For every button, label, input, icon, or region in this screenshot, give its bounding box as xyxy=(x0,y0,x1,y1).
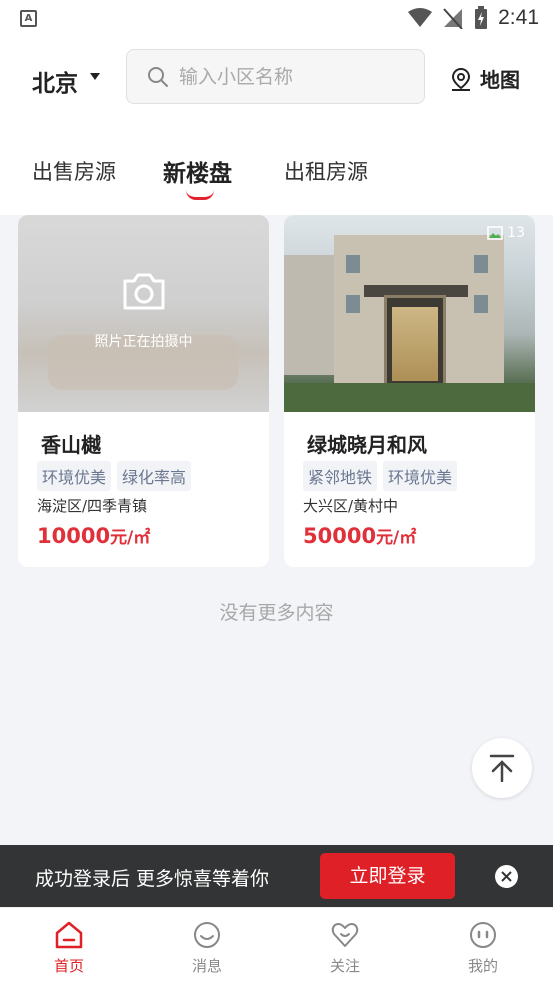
status-bar: A 2:41 xyxy=(0,0,553,38)
listing-location: 大兴区/黄村中 xyxy=(303,497,399,515)
listing-location: 海淀区/四季青镇 xyxy=(37,497,148,515)
nav-label: 首页 xyxy=(53,957,84,975)
status-time: 2:41 xyxy=(498,6,539,29)
nav-favorites[interactable]: 关注 xyxy=(305,920,385,976)
search-icon xyxy=(148,66,168,87)
map-button[interactable]: 地图 xyxy=(450,64,520,93)
tab-for-rent[interactable]: 出租房源 xyxy=(284,156,368,186)
photo-window xyxy=(474,255,488,273)
map-label: 地图 xyxy=(480,68,520,92)
listing-price: 50000元/㎡ xyxy=(303,523,416,548)
heart-icon xyxy=(331,923,359,947)
nav-label: 关注 xyxy=(329,957,360,975)
price-value: 50000 xyxy=(303,524,377,548)
listing-photo-placeholder: 照片正在拍摄中 xyxy=(18,215,269,412)
message-icon xyxy=(194,922,220,948)
nav-label: 我的 xyxy=(467,957,498,975)
tab-for-sale[interactable]: 出售房源 xyxy=(32,156,116,186)
photo-lawn xyxy=(284,383,535,412)
photo-pending-caption: 照片正在拍摄中 xyxy=(94,334,193,350)
home-icon xyxy=(55,921,83,949)
nav-messages[interactable]: 消息 xyxy=(167,920,247,976)
price-unit: 元/㎡ xyxy=(376,528,417,548)
listing-tags: 环境优美 绿化率高 xyxy=(37,461,192,491)
no-signal-icon xyxy=(443,8,463,29)
nav-label: 消息 xyxy=(191,957,222,975)
bottom-navigation: 首页 消息 关注 我的 xyxy=(0,907,553,983)
price-value: 10000 xyxy=(37,524,111,548)
login-button[interactable]: 立即登录 xyxy=(320,853,455,899)
tab-new-homes[interactable]: 新楼盘 xyxy=(163,154,232,188)
close-banner-button[interactable] xyxy=(495,865,518,888)
search-box[interactable] xyxy=(126,49,425,104)
listing-tag: 环境优美 xyxy=(37,461,112,491)
city-selector[interactable]: 北京 xyxy=(32,64,78,98)
wifi-icon xyxy=(408,8,433,27)
caret-down-icon[interactable] xyxy=(90,73,100,80)
app-notification-icon: A xyxy=(20,10,37,27)
back-to-top-button[interactable] xyxy=(472,738,532,798)
photo-count: 13 xyxy=(507,225,525,241)
profile-icon xyxy=(470,922,496,948)
listing-tag: 紧邻地铁 xyxy=(303,461,378,491)
no-more-content-text: 没有更多内容 xyxy=(219,602,334,624)
photo-window xyxy=(346,295,360,313)
photo-window xyxy=(346,255,360,273)
header: 北京 地图 xyxy=(0,38,553,128)
listing-card[interactable]: 13 绿城晓月和风 紧邻地铁 环境优美 大兴区/黄村中 50000元/㎡ xyxy=(284,215,535,567)
listing-tags: 紧邻地铁 环境优美 xyxy=(303,461,458,491)
photo-count-badge: 13 xyxy=(487,225,525,241)
price-unit: 元/㎡ xyxy=(110,528,151,548)
listing-tag: 绿化率高 xyxy=(117,461,192,491)
arrow-up-icon xyxy=(489,754,515,782)
listing-tag: 环境优美 xyxy=(383,461,458,491)
location-pin-icon xyxy=(451,67,471,91)
listing-card[interactable]: 照片正在拍摄中 香山樾 环境优美 绿化率高 海淀区/四季青镇 10000元/㎡ xyxy=(18,215,269,567)
image-icon xyxy=(487,226,503,240)
battery-charging-icon xyxy=(475,6,488,29)
listing-title: 香山樾 xyxy=(41,433,101,457)
nav-profile[interactable]: 我的 xyxy=(443,920,523,976)
search-input[interactable] xyxy=(179,65,399,88)
listing-title: 绿城晓月和风 xyxy=(307,433,427,457)
nav-home[interactable]: 首页 xyxy=(29,920,109,976)
listing-price: 10000元/㎡ xyxy=(37,523,150,548)
close-icon xyxy=(501,871,512,882)
active-tab-indicator xyxy=(186,190,214,200)
photo-building-wing xyxy=(284,255,334,375)
login-prompt-text: 成功登录后 更多惊喜等着你 xyxy=(35,868,270,890)
login-banner: 成功登录后 更多惊喜等着你 立即登录 xyxy=(0,845,553,907)
status-indicators: 2:41 xyxy=(408,6,539,30)
listing-photo: 13 xyxy=(284,215,535,412)
photo-window xyxy=(474,295,488,313)
photo-entrance-light xyxy=(392,307,438,381)
category-tabs: 出售房源 新楼盘 出租房源 xyxy=(0,128,553,215)
camera-icon xyxy=(123,273,165,310)
